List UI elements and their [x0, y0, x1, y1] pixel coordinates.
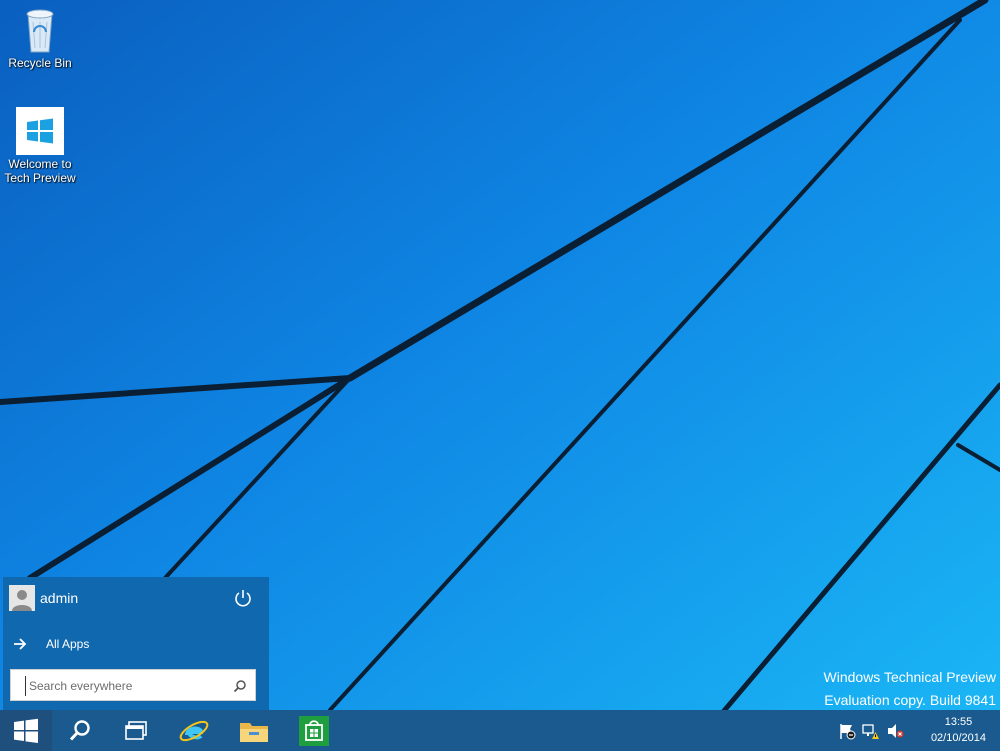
power-button[interactable] [233, 588, 253, 608]
taskbar-clock[interactable]: 13:55 02/10/2014 [931, 714, 986, 746]
taskbar-search-button[interactable] [54, 710, 106, 751]
user-avatar-icon [9, 585, 35, 611]
internet-explorer-icon [179, 720, 209, 741]
start-menu: admin All Apps [3, 577, 269, 710]
search-icon[interactable] [233, 679, 247, 693]
user-account-button[interactable]: admin [9, 585, 78, 611]
user-name: admin [40, 590, 79, 606]
arrow-right-icon [14, 638, 27, 650]
clock-time: 13:55 [944, 716, 973, 728]
windows-start-icon [14, 718, 38, 743]
task-view-icon [125, 720, 147, 740]
recycle-bin-desktop-icon[interactable]: Recycle Bin [0, 6, 80, 70]
task-view-button[interactable] [110, 710, 162, 751]
clock-date: 02/10/2014 [930, 732, 986, 744]
all-apps-button[interactable]: All Apps [13, 637, 89, 651]
desktop[interactable]: Recycle Bin Welcome to Tech Preview Wind… [0, 0, 1000, 751]
welcome-label-line1: Welcome to [8, 157, 72, 171]
internet-explorer-button[interactable] [168, 710, 220, 751]
all-apps-label: All Apps [46, 637, 90, 651]
watermark-line2: Evaluation copy. Build 9841 [824, 692, 996, 708]
store-icon [299, 715, 329, 746]
folder-icon [240, 722, 268, 742]
system-tray: 13:55 02/10/2014 [830, 710, 1000, 751]
file-explorer-button[interactable] [228, 710, 280, 751]
action-center-flag-icon[interactable] [838, 722, 856, 740]
welcome-desktop-icon[interactable]: Welcome to Tech Preview [0, 107, 80, 185]
start-button[interactable] [0, 710, 52, 751]
volume-muted-icon[interactable] [886, 722, 904, 740]
power-icon [235, 590, 251, 607]
search-input[interactable] [25, 676, 229, 696]
welcome-label-line2: Tech Preview [4, 171, 76, 185]
recycle-bin-icon [26, 9, 54, 53]
watermark-line1: Windows Technical Preview [823, 669, 996, 685]
start-search-box[interactable] [10, 669, 256, 701]
windows-logo-icon [16, 107, 64, 155]
store-button[interactable] [288, 710, 340, 751]
taskbar: 13:55 02/10/2014 [0, 710, 1000, 751]
network-warning-icon[interactable] [862, 722, 880, 740]
build-watermark: Windows Technical Preview Evaluation cop… [824, 666, 996, 712]
recycle-bin-label: Recycle Bin [8, 56, 72, 70]
search-icon [69, 719, 90, 741]
